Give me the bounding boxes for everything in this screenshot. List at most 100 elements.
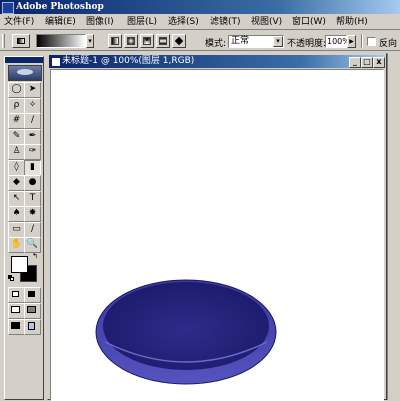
opacity-slider-button[interactable]: ▶ bbox=[347, 35, 356, 48]
move-icon: ➤ bbox=[28, 84, 37, 94]
right-edge-panel bbox=[387, 53, 400, 400]
document-title: 未标题-1 @ 100%(图层 1,RGB) bbox=[62, 56, 195, 66]
toolbox-title-bar[interactable] bbox=[5, 57, 43, 63]
menu-edit[interactable]: 编辑(E) bbox=[45, 16, 76, 28]
maximize-button[interactable]: □ bbox=[361, 57, 373, 68]
canvas[interactable] bbox=[50, 69, 384, 401]
hand-tool-button[interactable]: ✋ bbox=[8, 237, 25, 253]
dodge-icon: ● bbox=[28, 177, 37, 187]
magic-wand-icon: ✧ bbox=[28, 99, 37, 110]
lasso-icon: ρ bbox=[13, 99, 20, 110]
document-window: 未标题-1 @ 100%(图层 1,RGB) _ □ x bbox=[47, 53, 387, 401]
type-tool-button[interactable]: T bbox=[24, 190, 41, 207]
menu-layer[interactable]: 图层(L) bbox=[127, 16, 157, 28]
menu-file[interactable]: 文件(F) bbox=[4, 16, 34, 28]
mode-value: 正常 bbox=[231, 36, 250, 46]
clone-stamp-tool-button[interactable]: ♙ bbox=[8, 144, 25, 160]
app-title: Adobe Photoshop bbox=[16, 2, 104, 12]
canvas-artwork bbox=[95, 279, 277, 385]
healing-brush-icon: ✎ bbox=[12, 130, 21, 141]
radial-gradient-button[interactable] bbox=[124, 34, 138, 48]
notes-tool-button[interactable]: ▭ bbox=[8, 221, 25, 238]
standard-screen-button[interactable] bbox=[8, 303, 25, 319]
custom-shape-icon: ✸ bbox=[28, 208, 37, 218]
gradient-picker-arrow[interactable]: ▾ bbox=[86, 34, 94, 48]
adobe-eye-logo[interactable] bbox=[8, 65, 42, 81]
menu-help[interactable]: 帮助(H) bbox=[336, 16, 368, 28]
options-bar: ▾ 模式: 正常 ▾ 不透明度: 100% ▶ 反向 bbox=[0, 31, 400, 51]
angle-gradient-icon bbox=[143, 37, 151, 45]
zoom-icon: 🔍 bbox=[26, 239, 39, 249]
mode-dropdown-arrow[interactable]: ▾ bbox=[273, 36, 283, 47]
opacity-label: 不透明度: bbox=[287, 39, 327, 49]
menu-bar: 文件(F) 编辑(E) 图像(I) 图层(L) 选择(S) 滤镜(T) 视图(V… bbox=[0, 14, 400, 30]
swap-colors-icon[interactable]: ↰ bbox=[32, 253, 40, 260]
crop-tool-button[interactable]: # bbox=[8, 113, 25, 129]
reverse-checkbox[interactable] bbox=[367, 37, 376, 46]
full-screen-menu-button[interactable] bbox=[24, 303, 41, 319]
document-icon bbox=[51, 57, 61, 67]
menu-select[interactable]: 选择(S) bbox=[168, 16, 199, 28]
move-tool-button[interactable]: ➤ bbox=[24, 82, 41, 98]
jump-to-imageready-button[interactable] bbox=[24, 319, 41, 335]
pen-tool-button[interactable]: ♠ bbox=[8, 206, 25, 222]
blur-tool-button[interactable]: ◆ bbox=[8, 175, 25, 191]
menu-image[interactable]: 图像(I) bbox=[86, 16, 114, 28]
eraser-tool-button[interactable]: ◊ bbox=[8, 159, 25, 176]
slice-tool-button[interactable]: ∕ bbox=[24, 113, 41, 129]
brush-tool-button[interactable]: ✒ bbox=[24, 128, 41, 145]
gradient-icon: ▮ bbox=[30, 161, 35, 172]
type-icon: T bbox=[29, 192, 36, 203]
radial-gradient-icon bbox=[127, 37, 135, 45]
mode-select[interactable]: 正常 ▾ bbox=[228, 35, 284, 48]
angle-gradient-button[interactable] bbox=[140, 34, 154, 48]
lasso-tool-button[interactable]: ρ bbox=[8, 97, 25, 114]
custom-shape-tool-button[interactable]: ✸ bbox=[24, 206, 41, 222]
magic-wand-tool-button[interactable]: ✧ bbox=[24, 97, 41, 114]
gradient-tool-icon bbox=[17, 38, 25, 44]
menu-window[interactable]: 窗口(W) bbox=[292, 16, 326, 28]
standard-mode-button[interactable] bbox=[8, 287, 25, 303]
path-selection-tool-button[interactable]: ↖ bbox=[8, 190, 25, 207]
app-title-bar: Adobe Photoshop bbox=[0, 0, 400, 14]
full-screen-button[interactable] bbox=[8, 319, 25, 335]
reflected-gradient-icon bbox=[159, 37, 167, 45]
quick-mask-button[interactable] bbox=[24, 287, 41, 303]
zoom-tool-button[interactable]: 🔍 bbox=[24, 237, 41, 253]
toolbox: ◯ ➤ ρ ✧ # ∕ ✎ ✒ ♙ ✑ ◊ ▮ ◆ ● ↖ T ♠ ✸ ▭ ∕ ✋ 🔍 ↰ bbox=[4, 56, 44, 400]
diamond-gradient-button[interactable] bbox=[172, 34, 186, 48]
crop-icon: # bbox=[12, 115, 21, 125]
close-button[interactable]: x bbox=[373, 57, 385, 68]
linear-gradient-button[interactable] bbox=[108, 34, 122, 48]
options-grip[interactable] bbox=[2, 34, 5, 48]
menu-view[interactable]: 视图(V) bbox=[251, 16, 282, 28]
minimize-button[interactable]: _ bbox=[349, 57, 361, 68]
clone-stamp-icon: ♙ bbox=[12, 146, 21, 156]
tool-preset-picker[interactable] bbox=[12, 34, 30, 48]
diamond-gradient-icon bbox=[174, 36, 184, 46]
healing-brush-tool-button[interactable]: ✎ bbox=[8, 128, 25, 145]
linear-gradient-icon bbox=[111, 37, 119, 45]
mode-label: 模式: bbox=[205, 39, 227, 49]
foreground-color-swatch[interactable] bbox=[11, 256, 28, 273]
document-title-bar[interactable]: 未标题-1 @ 100%(图层 1,RGB) _ □ x bbox=[49, 55, 385, 68]
reflected-gradient-button[interactable] bbox=[156, 34, 170, 48]
gradient-swatch[interactable] bbox=[36, 34, 86, 48]
menu-filter[interactable]: 滤镜(T) bbox=[210, 16, 241, 28]
marquee-icon: ◯ bbox=[11, 84, 22, 94]
photoshop-icon bbox=[2, 2, 14, 14]
dodge-tool-button[interactable]: ● bbox=[24, 175, 41, 191]
gradient-tool-button[interactable]: ▮ bbox=[24, 159, 41, 176]
default-colors-icon[interactable] bbox=[8, 275, 15, 282]
options-separator bbox=[361, 34, 363, 48]
blue-ellipse bbox=[95, 279, 277, 385]
brush-icon: ✒ bbox=[28, 130, 37, 141]
hand-icon: ✋ bbox=[10, 239, 23, 249]
history-brush-tool-button[interactable]: ✑ bbox=[24, 144, 41, 160]
eraser-icon: ◊ bbox=[14, 161, 19, 172]
marquee-tool-button[interactable]: ◯ bbox=[8, 82, 25, 98]
reverse-label: 反向 bbox=[379, 39, 398, 49]
history-brush-icon: ✑ bbox=[28, 146, 37, 156]
eyedropper-tool-button[interactable]: ∕ bbox=[24, 221, 41, 238]
opacity-input[interactable]: 100% bbox=[325, 35, 350, 48]
